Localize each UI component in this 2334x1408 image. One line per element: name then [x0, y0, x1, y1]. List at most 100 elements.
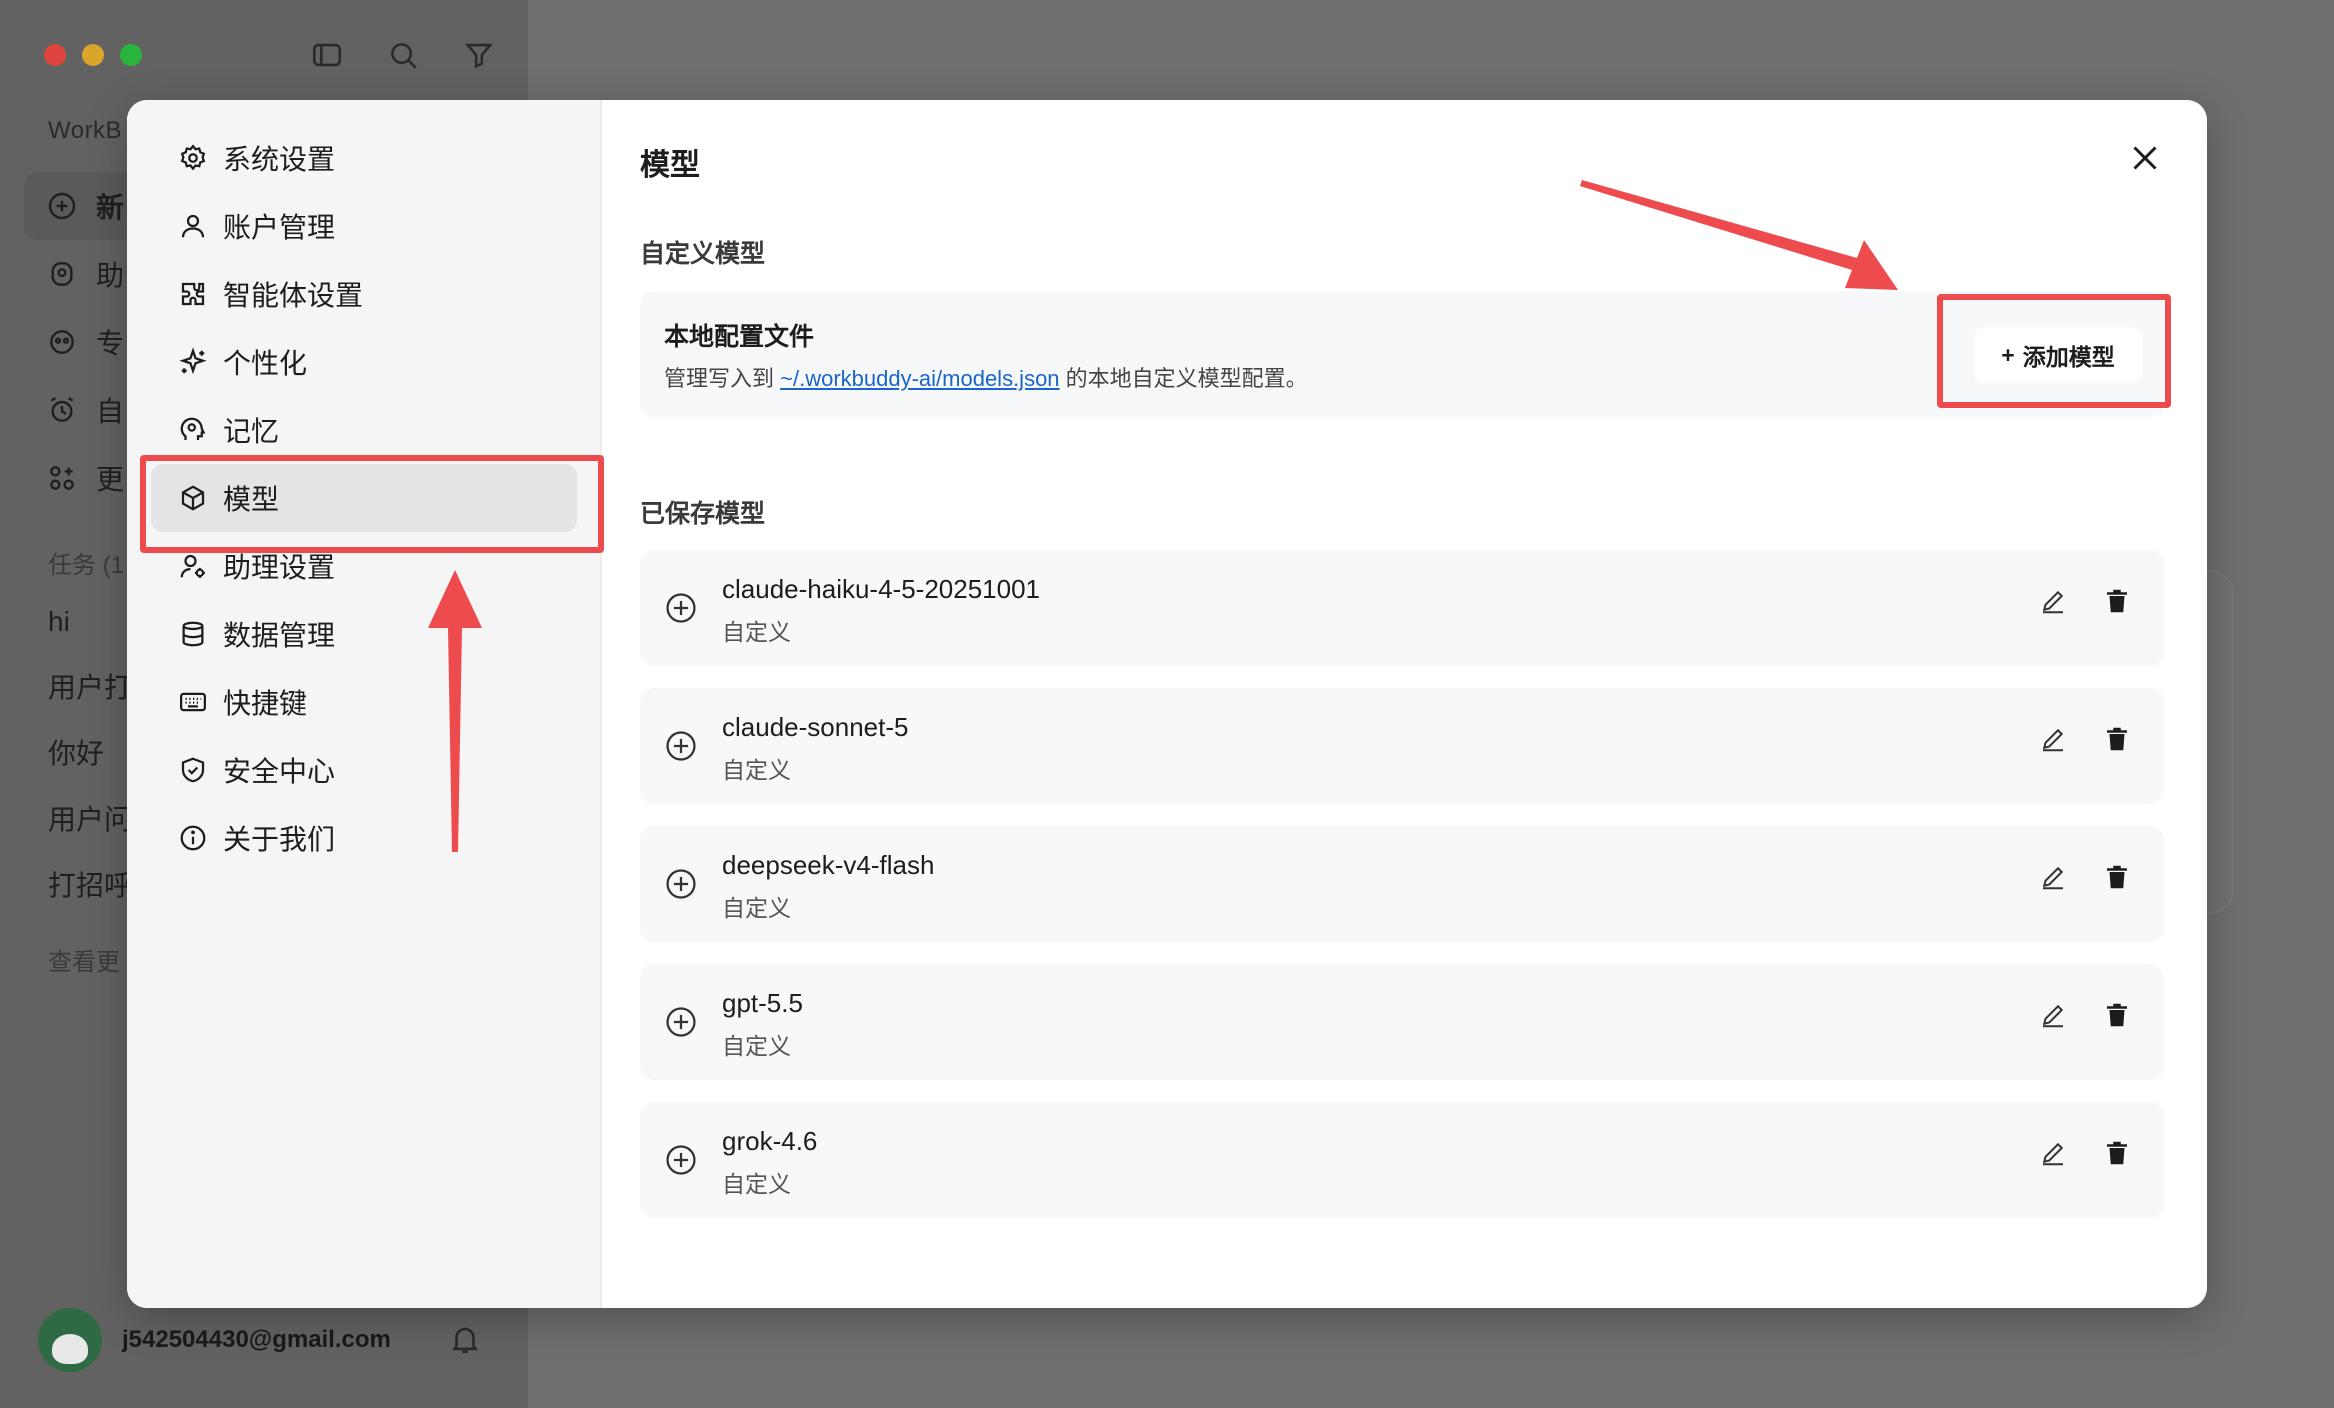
background-menu-label: 新: [96, 192, 125, 223]
config-title: 本地配置文件: [664, 323, 815, 351]
nav-item-memory[interactable]: 记忆: [151, 396, 577, 464]
config-description: 管理写入到 ~/.workbuddy-ai/models.json 的本地自定义…: [664, 361, 1308, 393]
filter-icon[interactable]: [462, 38, 496, 72]
search-icon[interactable]: [386, 38, 420, 72]
sidebar-toggle-icon[interactable]: [310, 38, 344, 72]
model-type: 自定义: [722, 619, 791, 645]
apps-icon: [50, 466, 74, 490]
task-item[interactable]: hi: [48, 600, 132, 666]
saved-models-list: claude-haiku-4-5-20251001 自定义 claude-son…: [640, 550, 2164, 1240]
nav-item-account[interactable]: 账户管理: [151, 192, 577, 260]
edit-icon[interactable]: [2038, 1000, 2068, 1030]
nav-item-label: 记忆: [223, 416, 280, 447]
nav-item-label: 系统设置: [223, 144, 336, 175]
info-icon: [177, 822, 209, 854]
trash-icon[interactable]: [2102, 862, 2132, 892]
close-icon[interactable]: [2127, 140, 2163, 176]
nav-item-personalization[interactable]: 个性化: [151, 328, 577, 396]
task-item[interactable]: 用户打: [48, 666, 132, 732]
add-circle-icon[interactable]: [664, 591, 698, 625]
custom-models-heading: 自定义模型: [640, 240, 766, 268]
expert-icon: [50, 330, 74, 354]
model-name: grok-4.6: [722, 1126, 818, 1156]
edit-icon[interactable]: [2038, 862, 2068, 892]
model-type: 自定义: [722, 757, 791, 783]
bell-icon[interactable]: [448, 1322, 482, 1356]
page-title: 模型: [640, 149, 700, 182]
models-panel: 模型 自定义模型 本地配置文件 管理写入到 ~/.workbuddy-ai/mo…: [600, 100, 2207, 1308]
nav-item-data-management[interactable]: 数据管理: [151, 600, 577, 668]
model-name: deepseek-v4-flash: [722, 850, 935, 880]
nav-item-system-settings[interactable]: 系统设置: [151, 124, 577, 192]
model-row[interactable]: claude-sonnet-5 自定义: [640, 688, 2164, 804]
settings-sidebar: 系统设置 账户管理 智能体设置 个性化 记忆 模型 助理设置 数据管理 快捷键 …: [127, 100, 602, 1308]
assistant-icon: [51, 262, 73, 286]
model-row[interactable]: claude-haiku-4-5-20251001 自定义: [640, 550, 2164, 666]
view-more-link[interactable]: 查看更: [48, 942, 120, 977]
nav-item-about[interactable]: 关于我们: [151, 804, 577, 872]
nav-item-shortcuts[interactable]: 快捷键: [151, 668, 577, 736]
background-menu-label: 自: [96, 396, 125, 427]
task-item[interactable]: 打招呼: [48, 864, 132, 930]
add-model-highlight-box: [1937, 294, 2171, 408]
background-menu-label: 更: [96, 464, 125, 495]
avatar: [38, 1308, 102, 1372]
models-nav-highlight-box: [140, 455, 604, 553]
settings-modal: 系统设置 账户管理 智能体设置 个性化 记忆 模型 助理设置 数据管理 快捷键 …: [127, 100, 2207, 1308]
sparkle-icon: [177, 346, 209, 378]
add-circle-icon[interactable]: [664, 729, 698, 763]
add-circle-icon[interactable]: [664, 867, 698, 901]
database-icon: [177, 618, 209, 650]
close-window-button[interactable]: [44, 44, 66, 66]
edit-icon[interactable]: [2038, 1138, 2068, 1168]
nav-item-label: 个性化: [223, 348, 308, 379]
nav-item-label: 关于我们: [223, 824, 336, 855]
edit-icon[interactable]: [2038, 724, 2068, 754]
nav-item-label: 智能体设置: [223, 280, 364, 311]
task-item[interactable]: 你好: [48, 732, 132, 798]
new-chat-icon: [48, 192, 76, 220]
background-menu-label: 专: [96, 328, 125, 359]
background-menu-label: 助: [96, 260, 125, 291]
model-row[interactable]: gpt-5.5 自定义: [640, 964, 2164, 1080]
local-config-card: 本地配置文件 管理写入到 ~/.workbuddy-ai/models.json…: [640, 291, 2164, 417]
nav-item-agent-settings[interactable]: 智能体设置: [151, 260, 577, 328]
model-row[interactable]: deepseek-v4-flash 自定义: [640, 826, 2164, 942]
trash-icon[interactable]: [2102, 1000, 2132, 1030]
model-type: 自定义: [722, 1171, 791, 1197]
nav-item-label: 数据管理: [223, 620, 336, 651]
model-name: claude-haiku-4-5-20251001: [722, 574, 1041, 604]
trash-icon[interactable]: [2102, 586, 2132, 616]
edit-icon[interactable]: [2038, 586, 2068, 616]
add-circle-icon[interactable]: [664, 1005, 698, 1039]
config-desc-prefix: 管理写入到: [664, 366, 781, 391]
nav-item-label: 账户管理: [223, 212, 336, 243]
model-type: 自定义: [722, 895, 791, 921]
config-file-link[interactable]: ~/.workbuddy-ai/models.json: [780, 366, 1059, 391]
model-row[interactable]: grok-4.6 自定义: [640, 1102, 2164, 1218]
user-icon: [177, 210, 209, 242]
task-item[interactable]: 用户问: [48, 798, 132, 864]
keyboard-icon: [177, 686, 209, 718]
nav-item-security[interactable]: 安全中心: [151, 736, 577, 804]
config-desc-suffix: 的本地自定义模型配置。: [1059, 366, 1308, 391]
nav-item-label: 快捷键: [223, 688, 308, 719]
user-gear-icon: [177, 550, 209, 582]
alarm-icon: [50, 397, 74, 422]
gear-icon: [177, 142, 209, 174]
trash-icon[interactable]: [2102, 724, 2132, 754]
model-type: 自定义: [722, 1033, 791, 1059]
zoom-window-button[interactable]: [120, 44, 142, 66]
task-list: hi 用户打 你好 用户问 打招呼: [48, 600, 132, 930]
trash-icon[interactable]: [2102, 1138, 2132, 1168]
window-controls: [44, 44, 142, 66]
user-profile[interactable]: j542504430@gmail.com: [38, 1308, 391, 1372]
nav-item-label: 安全中心: [223, 756, 336, 787]
user-email: j542504430@gmail.com: [122, 1326, 391, 1353]
app-brand: WorkB: [48, 117, 123, 144]
top-toolbar: [310, 38, 496, 72]
minimize-window-button[interactable]: [82, 44, 104, 66]
shield-icon: [177, 754, 209, 786]
model-name: claude-sonnet-5: [722, 712, 909, 742]
add-circle-icon[interactable]: [664, 1143, 698, 1177]
